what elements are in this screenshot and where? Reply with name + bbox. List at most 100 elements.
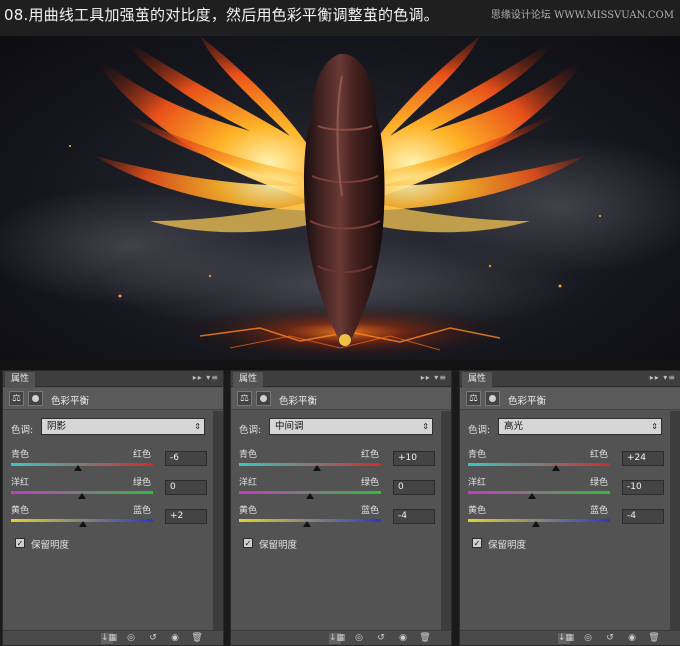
properties-panel-shadows: 属性 ▸▸ ▾≡ ⚖ 色彩平衡 色调: 阴影 ⇕ 青色 红色 -6 洋红 绿色 … bbox=[2, 370, 224, 646]
slider-value-magenta-green[interactable]: 0 bbox=[393, 480, 435, 495]
slider-track-cyan-red[interactable] bbox=[11, 463, 153, 466]
slider-value-cyan-red[interactable]: +24 bbox=[622, 451, 664, 466]
divider bbox=[0, 360, 680, 370]
slider-left-label-yellow: 黄色 bbox=[239, 506, 258, 516]
trash-icon[interactable]: 🗑 bbox=[191, 633, 203, 644]
panel-menu-icon[interactable]: ▸▸ ▾≡ bbox=[193, 373, 219, 382]
slider-right-label-green: 绿色 bbox=[590, 478, 609, 488]
mask-icon[interactable] bbox=[485, 391, 500, 406]
tone-select[interactable]: 高光 ⇕ bbox=[498, 418, 662, 435]
reset-icon[interactable]: ↺ bbox=[147, 633, 159, 644]
page-title: 08.用曲线工具加强茧的对比度，然后用色彩平衡调整茧的色调。 bbox=[4, 6, 439, 24]
visibility-icon[interactable]: ◉ bbox=[626, 633, 638, 644]
slider-left-label-cyan: 青色 bbox=[11, 450, 30, 460]
panel-footer: ↓▦ ◎ ↺ ◉ 🗑 bbox=[3, 630, 223, 645]
slider-right-label-red: 红色 bbox=[361, 450, 380, 460]
scrollbar[interactable] bbox=[441, 411, 451, 630]
view-previous-icon[interactable]: ◎ bbox=[353, 633, 365, 644]
preserve-luminosity-label: 保留明度 bbox=[259, 540, 298, 551]
clip-to-layer-icon[interactable]: ↓▦ bbox=[329, 633, 345, 644]
panel-tabbar: 属性 ▸▸ ▾≡ bbox=[231, 371, 451, 387]
trash-icon[interactable]: 🗑 bbox=[648, 633, 660, 644]
slider-value-cyan-red[interactable]: -6 bbox=[165, 451, 207, 466]
mask-icon[interactable] bbox=[256, 391, 271, 406]
balance-icon: ⚖ bbox=[237, 391, 252, 406]
tone-select-value: 中间调 bbox=[275, 421, 304, 432]
slider-right-label-blue: 蓝色 bbox=[361, 506, 380, 516]
visibility-icon[interactable]: ◉ bbox=[397, 633, 409, 644]
slider-value-magenta-green[interactable]: 0 bbox=[165, 480, 207, 495]
slider-left-label-magenta: 洋红 bbox=[468, 478, 487, 488]
tone-select-value: 阴影 bbox=[47, 421, 67, 432]
slider-value-yellow-blue[interactable]: +2 bbox=[165, 509, 207, 524]
mask-icon[interactable] bbox=[28, 391, 43, 406]
chevron-updown-icon: ⇕ bbox=[651, 422, 658, 431]
tone-select[interactable]: 中间调 ⇕ bbox=[269, 418, 433, 435]
tone-label: 色调: bbox=[239, 425, 262, 436]
view-previous-icon[interactable]: ◎ bbox=[582, 633, 594, 644]
chevron-updown-icon: ⇕ bbox=[194, 422, 201, 431]
tone-label: 色调: bbox=[468, 425, 491, 436]
slider-track-magenta-green[interactable] bbox=[468, 491, 610, 494]
slider-left-label-cyan: 青色 bbox=[468, 450, 487, 460]
reset-icon[interactable]: ↺ bbox=[375, 633, 387, 644]
slider-value-cyan-red[interactable]: +10 bbox=[393, 451, 435, 466]
slider-value-yellow-blue[interactable]: -4 bbox=[393, 509, 435, 524]
view-previous-icon[interactable]: ◎ bbox=[125, 633, 137, 644]
balance-icon: ⚖ bbox=[9, 391, 24, 406]
slider-thumb-magenta-green[interactable] bbox=[306, 493, 314, 499]
artwork-preview bbox=[0, 36, 680, 360]
properties-panel-midtones: 属性 ▸▸ ▾≡ ⚖ 色彩平衡 色调: 中间调 ⇕ 青色 红色 +10 洋红 绿… bbox=[230, 370, 452, 646]
panel-menu-icon[interactable]: ▸▸ ▾≡ bbox=[421, 373, 447, 382]
slider-right-label-blue: 蓝色 bbox=[133, 506, 152, 516]
slider-thumb-magenta-green[interactable] bbox=[78, 493, 86, 499]
header: 08.用曲线工具加强茧的对比度，然后用色彩平衡调整茧的色调。 思缘设计论坛 WW… bbox=[0, 0, 680, 36]
scrollbar[interactable] bbox=[213, 411, 223, 630]
slider-right-label-red: 红色 bbox=[590, 450, 609, 460]
slider-thumb-yellow-blue[interactable] bbox=[303, 521, 312, 527]
panel-menu-icon[interactable]: ▸▸ ▾≡ bbox=[650, 373, 676, 382]
phoenix-cocoon-image bbox=[0, 36, 680, 360]
slider-left-label-yellow: 黄色 bbox=[468, 506, 487, 516]
clip-to-layer-icon[interactable]: ↓▦ bbox=[558, 633, 574, 644]
clip-to-layer-icon[interactable]: ↓▦ bbox=[101, 633, 117, 644]
slider-left-label-magenta: 洋红 bbox=[239, 478, 258, 488]
tab-properties[interactable]: 属性 bbox=[5, 372, 36, 387]
tone-select[interactable]: 阴影 ⇕ bbox=[41, 418, 205, 435]
panel-title: 色彩平衡 bbox=[51, 396, 90, 407]
slider-thumb-cyan-red[interactable] bbox=[313, 465, 322, 471]
preserve-luminosity-checkbox[interactable]: ✓ bbox=[472, 538, 482, 548]
reset-icon[interactable]: ↺ bbox=[604, 633, 616, 644]
trash-icon[interactable]: 🗑 bbox=[419, 633, 431, 644]
slider-thumb-yellow-blue[interactable] bbox=[532, 521, 541, 527]
watermark: 思缘设计论坛 WWW.MISSVUAN.COM bbox=[490, 10, 674, 21]
preserve-luminosity-label: 保留明度 bbox=[488, 540, 527, 551]
slider-value-magenta-green[interactable]: -10 bbox=[622, 480, 664, 495]
preserve-luminosity-checkbox[interactable]: ✓ bbox=[243, 538, 253, 548]
tab-properties[interactable]: 属性 bbox=[233, 372, 264, 387]
visibility-icon[interactable]: ◉ bbox=[169, 633, 181, 644]
balance-icon: ⚖ bbox=[466, 391, 481, 406]
slider-thumb-cyan-red[interactable] bbox=[552, 465, 561, 471]
slider-right-label-red: 红色 bbox=[133, 450, 152, 460]
slider-right-label-blue: 蓝色 bbox=[590, 506, 609, 516]
panel-footer: ↓▦ ◎ ↺ ◉ 🗑 bbox=[231, 630, 451, 645]
slider-thumb-yellow-blue[interactable] bbox=[79, 521, 88, 527]
preserve-luminosity-checkbox[interactable]: ✓ bbox=[15, 538, 25, 548]
panel-titlebar: ⚖ 色彩平衡 bbox=[231, 388, 451, 410]
slider-thumb-magenta-green[interactable] bbox=[527, 493, 536, 499]
slider-track-cyan-red[interactable] bbox=[239, 463, 381, 466]
slider-value-yellow-blue[interactable]: -4 bbox=[622, 509, 664, 524]
properties-panel-highlights: 属性 ▸▸ ▾≡ ⚖ 色彩平衡 色调: 高光 ⇕ 青色 红色 +24 洋红 绿色… bbox=[459, 370, 680, 646]
panel-title: 色彩平衡 bbox=[279, 396, 318, 407]
panel-tabbar: 属性 ▸▸ ▾≡ bbox=[3, 371, 223, 387]
tab-properties[interactable]: 属性 bbox=[462, 372, 493, 387]
slider-thumb-cyan-red[interactable] bbox=[73, 465, 82, 471]
panel-title: 色彩平衡 bbox=[508, 396, 547, 407]
slider-track-cyan-red[interactable] bbox=[468, 463, 610, 466]
panel-footer: ↓▦ ◎ ↺ ◉ 🗑 bbox=[460, 630, 680, 645]
panel-titlebar: ⚖ 色彩平衡 bbox=[3, 388, 223, 410]
preserve-luminosity-label: 保留明度 bbox=[31, 540, 70, 551]
tone-select-value: 高光 bbox=[504, 421, 524, 432]
scrollbar[interactable] bbox=[670, 411, 680, 630]
